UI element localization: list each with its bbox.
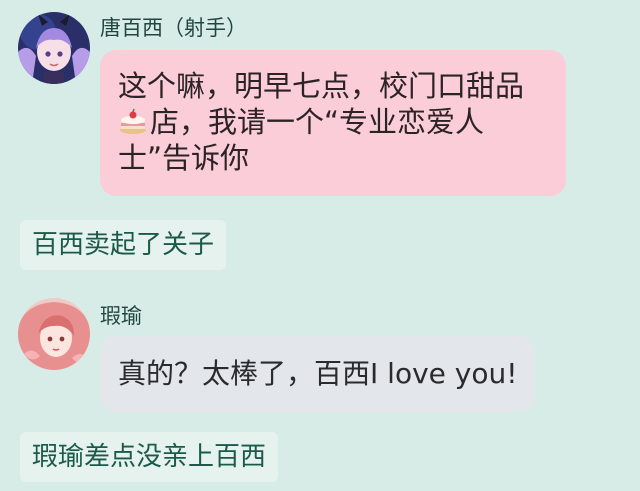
message-line: 这个嘛，明早七点，校门口甜品	[118, 69, 525, 103]
avatar-xiayu[interactable]	[18, 298, 90, 370]
message-bubble[interactable]: 真的？太棒了，百西I love you!	[100, 336, 536, 412]
sender-name: 唐百西（射手）	[100, 16, 247, 40]
sender-name: 瑕瑜	[100, 304, 142, 328]
narration-text: 瑕瑜差点没亲上百西	[20, 432, 279, 482]
pink-hair-girl-avatar-icon	[18, 298, 90, 370]
message-line: 店，我请一个“专业恋爱人	[118, 104, 548, 140]
message-line: 士”告诉你	[118, 141, 250, 175]
message-line-text: 店，我请一个“专业恋爱人	[150, 105, 485, 139]
avatar-tang-baixi[interactable]	[18, 12, 90, 84]
message-bubble[interactable]: 这个嘛，明早七点，校门口甜品 店，我请一个“专业恋爱人 士”告诉你	[100, 50, 566, 196]
twin-tail-girl-avatar-icon	[18, 12, 90, 84]
cake-icon	[118, 106, 148, 136]
narration-text: 百西卖起了关子	[20, 220, 227, 270]
